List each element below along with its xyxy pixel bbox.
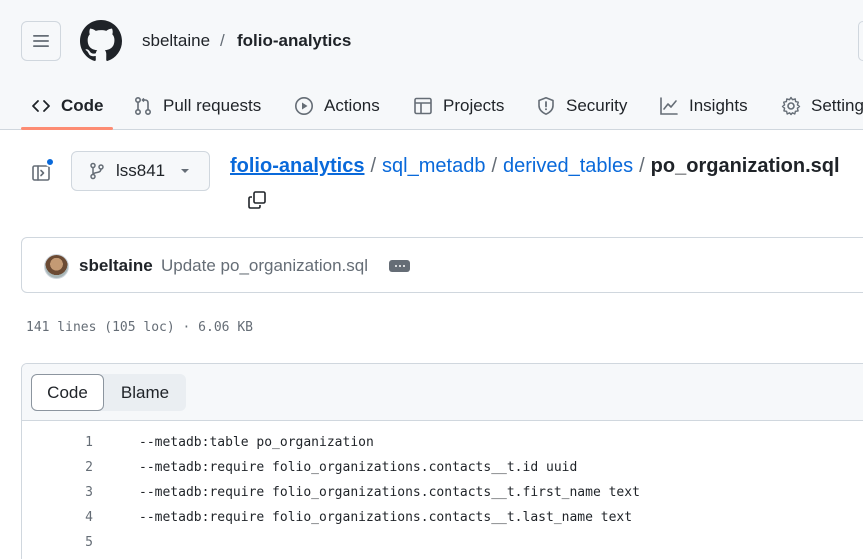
gear-icon — [781, 96, 801, 116]
code-line: 3 --metadb:require folio_organizations.c… — [22, 481, 863, 506]
code-viewer-header: Code Blame — [22, 364, 863, 421]
graph-icon — [659, 96, 679, 116]
breadcrumb-file-name: po_organization.sql — [650, 155, 840, 177]
tab-actions[interactable]: Actions — [294, 82, 380, 130]
line-content: --metadb:require folio_organizations.con… — [139, 460, 578, 475]
tab-label: Actions — [324, 96, 380, 115]
file-breadcrumb: folio-analytics / sql_metadb / derived_table… — [230, 155, 840, 178]
tab-label: Security — [566, 96, 628, 115]
tab-label: Pull requests — [163, 96, 262, 115]
branch-name: lss841 — [116, 161, 166, 180]
tab-code[interactable]: Code — [31, 82, 104, 130]
breadcrumb-separator: / — [491, 155, 498, 177]
tab-label: Projects — [443, 96, 505, 115]
caret-down-icon — [181, 169, 190, 173]
pull-request-icon — [133, 96, 153, 116]
tab-security[interactable]: Security — [536, 82, 627, 130]
owner-repo-separator: / — [220, 31, 225, 50]
line-content: --metadb:require folio_organizations.con… — [139, 485, 640, 500]
shield-icon — [536, 96, 556, 116]
notification-dot — [45, 157, 55, 167]
code-view-button[interactable]: Code — [31, 374, 104, 411]
code-line: 1 --metadb:table po_organization — [22, 431, 863, 456]
active-tab-indicator — [21, 127, 113, 130]
code-viewer: Code Blame 1 --metadb:table po_organizat… — [21, 363, 863, 559]
latest-commit-box: sbeltaine Update po_organization.sql — [21, 237, 863, 293]
tab-label: Settings — [811, 96, 863, 115]
view-segmented-control: Code Blame — [31, 374, 186, 411]
breadcrumb-dir-link[interactable]: derived_tables — [503, 155, 633, 177]
repo-nav-tabs: Code Pull requests Actions Projects Secu… — [0, 82, 863, 130]
line-number[interactable]: 4 — [22, 510, 93, 525]
code-lines: 1 --metadb:table po_organization 2 --met… — [22, 431, 863, 556]
header-action-button[interactable] — [858, 21, 863, 61]
line-content: --metadb:table po_organization — [139, 435, 374, 450]
copy-icon — [248, 191, 266, 209]
breadcrumb-separator: / — [370, 155, 377, 177]
line-number[interactable]: 3 — [22, 485, 93, 500]
code-line: 4 --metadb:require folio_organizations.c… — [22, 506, 863, 531]
tab-pull-requests[interactable]: Pull requests — [133, 82, 261, 130]
line-content: --metadb:require folio_organizations.con… — [139, 510, 633, 525]
github-logo-icon[interactable] — [80, 20, 122, 62]
play-icon — [294, 96, 314, 116]
breadcrumb-repo-link[interactable]: folio-analytics — [230, 155, 364, 177]
avatar[interactable] — [44, 254, 69, 279]
breadcrumb-separator: / — [639, 155, 645, 177]
code-icon — [31, 96, 51, 116]
line-number[interactable]: 1 — [22, 435, 93, 450]
git-branch-icon — [90, 162, 104, 180]
copy-path-button[interactable] — [245, 188, 269, 212]
hamburger-icon — [33, 35, 49, 47]
branch-select-button[interactable]: lss841 — [71, 151, 210, 191]
ellipsis-icon[interactable] — [389, 260, 410, 272]
table-icon — [413, 96, 433, 116]
line-number[interactable]: 2 — [22, 460, 93, 475]
tab-label: Code — [61, 96, 104, 115]
repo-header: sbeltaine / folio-analytics Code Pull re… — [0, 0, 863, 130]
hamburger-menu-button[interactable] — [21, 21, 61, 61]
tab-projects[interactable]: Projects — [413, 82, 504, 130]
breadcrumb-dir-link[interactable]: sql_metadb — [382, 155, 485, 177]
file-stats: 141 lines (105 loc) · 6.06 KB — [26, 320, 253, 335]
code-line: 2 --metadb:require folio_organizations.c… — [22, 456, 863, 481]
commit-author-link[interactable]: sbeltaine — [79, 256, 153, 276]
commit-message-link[interactable]: Update po_organization.sql — [161, 256, 368, 276]
tab-insights[interactable]: Insights — [659, 82, 748, 130]
repo-name-link[interactable]: folio-analytics — [237, 31, 351, 51]
blame-view-button[interactable]: Blame — [104, 374, 186, 411]
code-line: 5 — [22, 531, 863, 556]
repo-owner-link[interactable]: sbeltaine — [142, 31, 210, 51]
line-number[interactable]: 5 — [22, 535, 93, 550]
tab-label: Insights — [689, 96, 748, 115]
tab-settings[interactable]: Settings — [781, 82, 863, 130]
